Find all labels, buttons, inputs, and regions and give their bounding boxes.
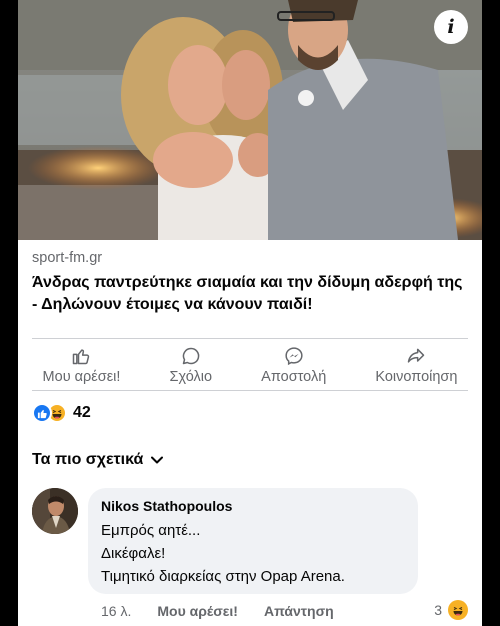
comment-reply-button[interactable]: Απάντηση: [264, 603, 334, 619]
avatar[interactable]: [32, 488, 78, 534]
like-icon: [73, 349, 90, 365]
comment-icon: [182, 347, 200, 365]
comment-text-line: Εμπρός αητέ...: [101, 522, 201, 539]
share-label: Κοινοποίηση: [375, 369, 458, 385]
send-label: Αποστολή: [261, 369, 327, 385]
like-reaction-icon: [32, 403, 52, 423]
info-icon[interactable]: i: [434, 10, 468, 44]
comment-button[interactable]: Σχόλιο: [169, 340, 213, 390]
action-bar: Μου αρέσει! Σχόλιο Αποστολή Κοινοποίηση: [18, 340, 482, 390]
divider: [32, 390, 468, 391]
comments-sort-dropdown[interactable]: Τα πιο σχετικά: [32, 451, 164, 469]
like-label: Μου αρέσει!: [42, 369, 121, 385]
post-image[interactable]: i: [18, 0, 482, 240]
comment-reaction-count: 3: [434, 602, 442, 618]
comment-author[interactable]: Nikos Stathopoulos: [101, 498, 405, 514]
link-headline[interactable]: Άνδρας παντρεύτηκε σιαμαία και την δίδυμ…: [32, 272, 472, 316]
comment-like-button[interactable]: Μου αρέσει!: [157, 603, 238, 619]
messenger-icon: [285, 347, 303, 366]
comment-bubble[interactable]: Nikos Stathopoulos Εμπρός αητέ... Δικέφα…: [88, 488, 418, 594]
divider: [32, 338, 468, 339]
share-button[interactable]: Κοινοποίηση: [375, 340, 457, 390]
facebook-post-screen: i sport-fm.gr Άνδρας παντρεύτηκε σιαμαία…: [18, 0, 482, 626]
sort-label: Τα πιο σχετικά: [32, 451, 144, 468]
like-button[interactable]: Μου αρέσει!: [42, 340, 121, 390]
haha-reaction-icon: [448, 600, 468, 620]
comment-label: Σχόλιο: [169, 369, 213, 385]
comment-meta: 16 λ. Μου αρέσει! Απάντηση: [101, 603, 360, 619]
reactions-summary[interactable]: 42: [32, 403, 91, 423]
comment-reactions[interactable]: 3: [434, 600, 468, 620]
chevron-down-icon: [151, 456, 164, 464]
comment-time: 16 λ.: [101, 603, 132, 619]
send-button[interactable]: Αποστολή: [261, 340, 326, 390]
comment-text-line: Τιμητικό διαρκείας στην Opap Arena.: [101, 568, 345, 585]
share-icon: [408, 348, 425, 363]
comment-text-line: Δικέφαλε!: [101, 545, 166, 562]
reaction-count: 42: [73, 404, 91, 421]
link-domain[interactable]: sport-fm.gr: [32, 250, 102, 266]
